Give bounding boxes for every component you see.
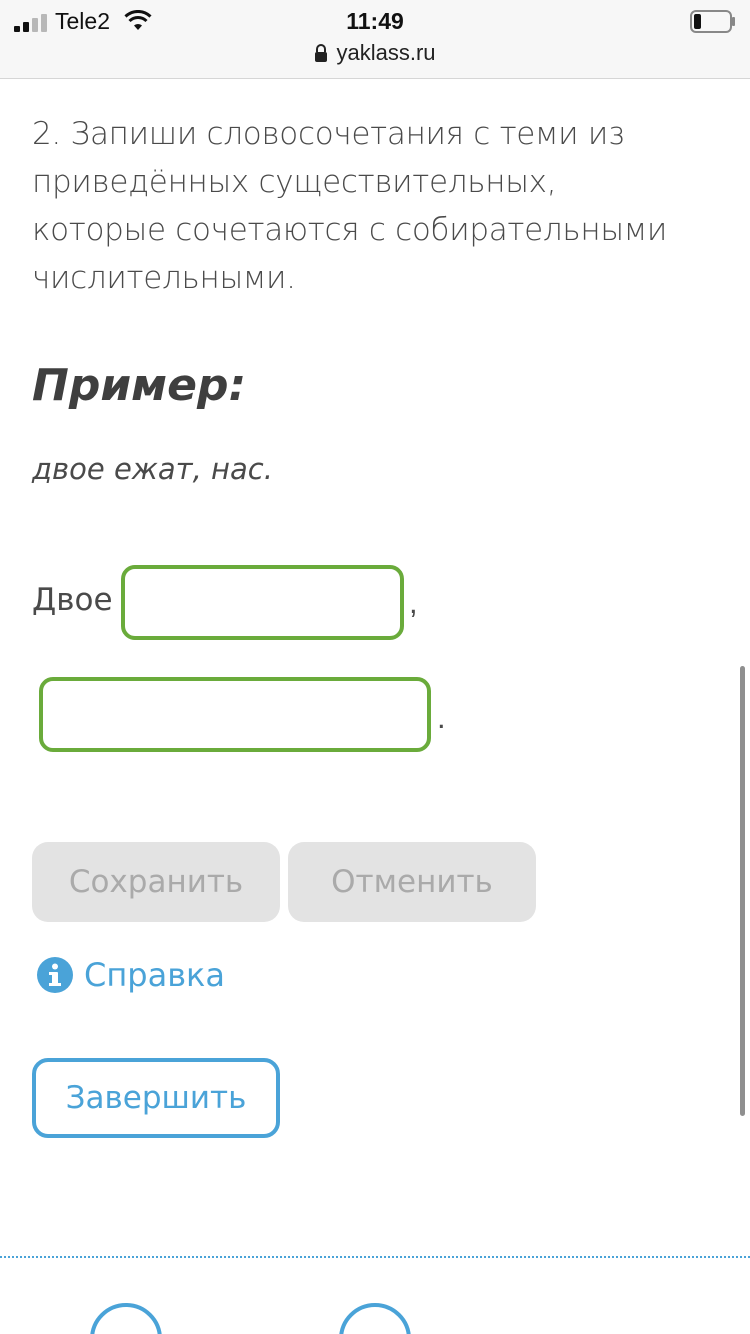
exercise-label: Двое: [32, 582, 113, 618]
comma-separator: ,: [409, 585, 418, 620]
battery-icon: [690, 10, 735, 33]
section-divider: [0, 1256, 750, 1258]
finish-button[interactable]: Завершить: [32, 1058, 280, 1138]
top-bar: Tele2 11:49 yaklass.ru: [0, 0, 750, 79]
status-bar: Tele2 11:49: [0, 6, 750, 36]
task-text: 2. Запиши словосочетания с теми из приве…: [32, 116, 667, 296]
edit-icon[interactable]: [90, 1303, 162, 1334]
cancel-button[interactable]: Отменить: [288, 842, 536, 922]
info-icon: [37, 957, 73, 993]
help-link[interactable]: Справка: [36, 955, 225, 995]
answer-input-1[interactable]: [121, 565, 404, 640]
scrollbar[interactable]: [740, 666, 745, 1116]
help-label: Справка: [84, 956, 225, 994]
url-text: yaklass.ru: [336, 40, 436, 65]
lock-icon: [315, 44, 328, 62]
period-mark: .: [437, 700, 446, 735]
answer-input-2[interactable]: [39, 677, 431, 752]
nav-icon[interactable]: [339, 1303, 411, 1334]
save-button[interactable]: Сохранить: [32, 842, 280, 922]
clock: 11:49: [346, 8, 404, 34]
example-title: Пример:: [32, 360, 247, 411]
address-bar[interactable]: yaklass.ru: [0, 40, 750, 66]
example-text: двое ежат, нас.: [32, 452, 273, 486]
